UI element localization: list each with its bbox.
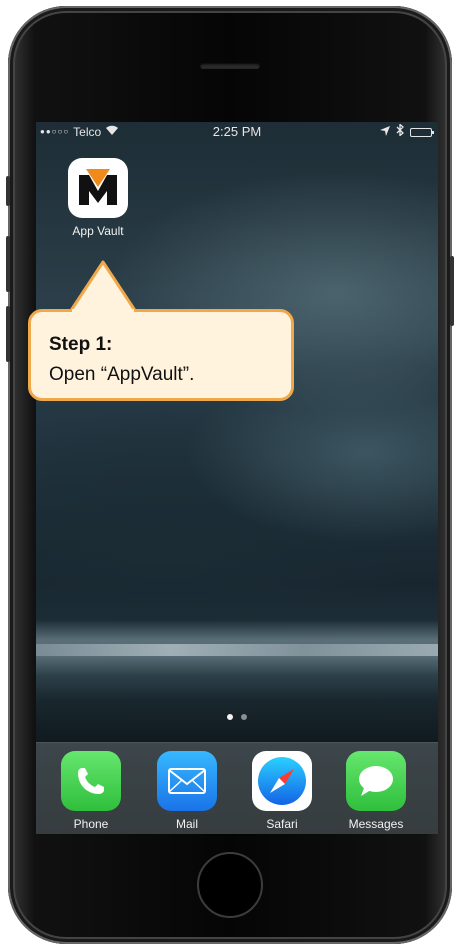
callout-pointer-mask bbox=[72, 309, 134, 315]
home-button[interactable] bbox=[197, 852, 263, 918]
